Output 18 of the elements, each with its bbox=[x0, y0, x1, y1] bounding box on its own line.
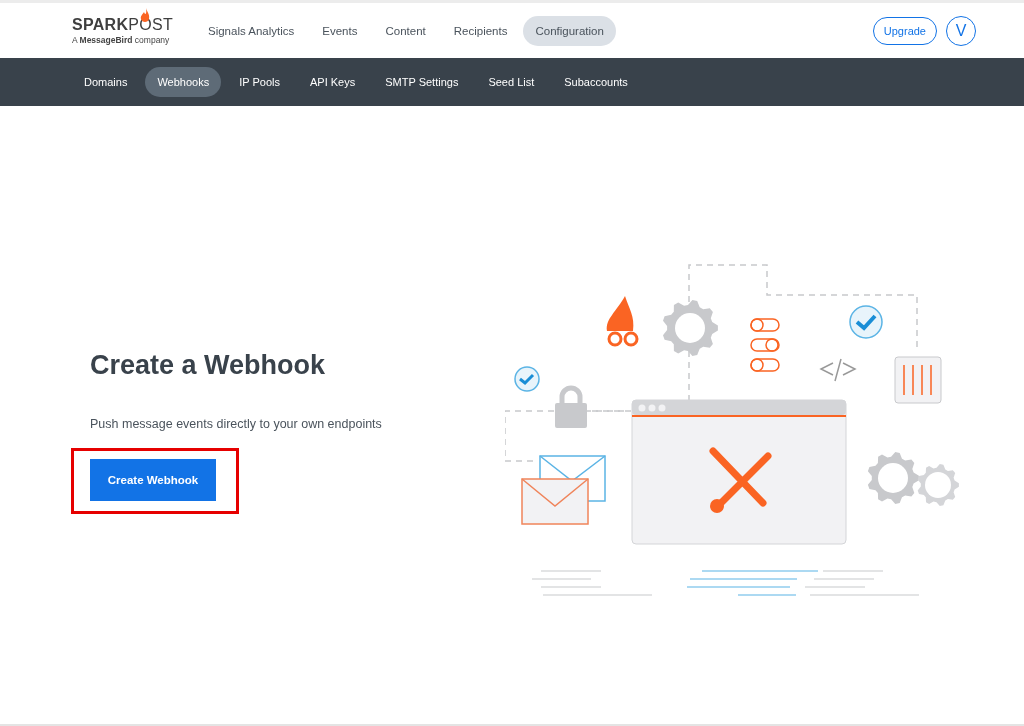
create-webhook-button[interactable]: Create Webhook bbox=[90, 459, 216, 501]
page-title: Create a Webhook bbox=[90, 350, 327, 381]
subnav-tab[interactable]: Domains bbox=[72, 67, 140, 97]
subnav-tab[interactable]: Subaccounts bbox=[552, 67, 640, 97]
subnav-tab[interactable]: API Keys bbox=[297, 67, 368, 97]
nav-tab[interactable]: Signals Analytics bbox=[196, 15, 307, 46]
subnav-tab[interactable]: Webhooks bbox=[145, 67, 222, 97]
nav-tab[interactable]: Events bbox=[310, 15, 370, 46]
nav-tab[interactable]: Recipients bbox=[441, 15, 520, 46]
page-description: Push message events directly to your own endpoints bbox=[90, 417, 383, 431]
subnav-tab[interactable]: SMTP Settings bbox=[373, 67, 471, 97]
nav-tab[interactable]: Content bbox=[373, 15, 438, 46]
nav-tab[interactable]: Configuration bbox=[523, 15, 616, 46]
upgrade-button[interactable]: Upgrade bbox=[872, 16, 937, 45]
subnav-tab[interactable]: Seed List bbox=[476, 67, 547, 97]
subnav-tab[interactable]: IP Pools bbox=[227, 67, 292, 97]
logo-tagline: A MessageBird company bbox=[72, 35, 171, 45]
account-avatar[interactable]: V bbox=[946, 15, 976, 46]
